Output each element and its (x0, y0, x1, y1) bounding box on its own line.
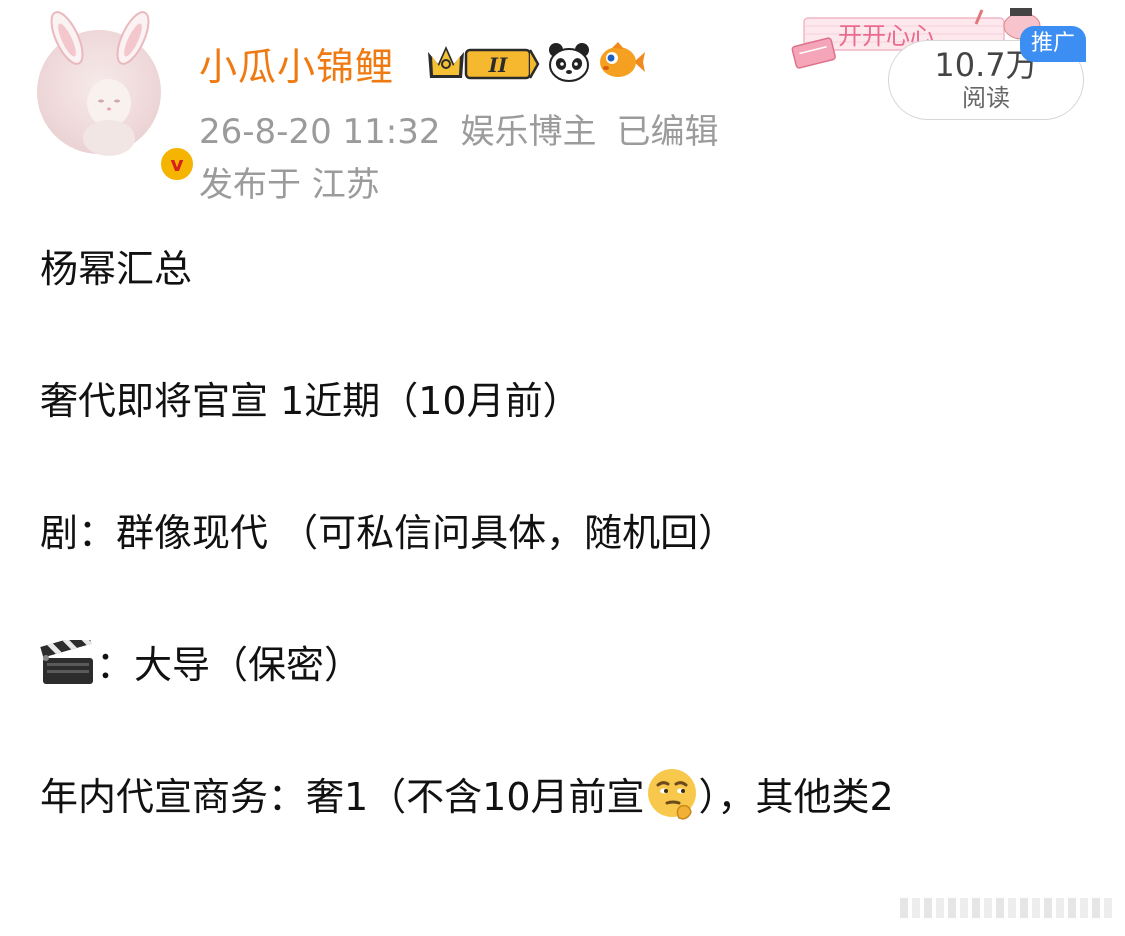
crown-icon[interactable]: II (424, 40, 540, 84)
horizontal-scrollbar[interactable] (900, 896, 1115, 922)
post-line-drama: 剧：群像现代 （可私信问具体，随机回） (40, 511, 737, 555)
post-timestamp: 26-8-20 11:32 (199, 112, 441, 152)
commercial-text-b: ），其他类2 (698, 775, 894, 819)
post-body: 杨幂汇总 奢代即将官宣 1近期（10月前） 剧：群像现代 （可私信问具体，随机回… (40, 236, 1090, 896)
user-badges: II (424, 38, 646, 86)
director-text: ：大导（保密） (96, 643, 363, 687)
promo-badge[interactable]: 推广 (1020, 26, 1086, 62)
post-line-commercial: 年内代宣商务：奢1（不含10月前宣 ），其他类2 (40, 764, 1090, 830)
post-line-director: ：大导（保密） (40, 632, 1090, 698)
post-line-title: 杨幂汇总 (40, 247, 193, 291)
bunny-avatar-image (50, 11, 150, 156)
post-meta: 26-8-20 11:32 娱乐博主 已编辑 (199, 104, 719, 153)
avatar[interactable]: v (37, 11, 196, 183)
panda-icon[interactable] (546, 40, 592, 84)
goldfish-icon[interactable] (598, 40, 646, 84)
user-category: 娱乐博主 (460, 112, 597, 152)
thinking-face-icon (647, 769, 696, 820)
read-count-label: 阅读 (962, 84, 1010, 112)
post-line-endorsement: 奢代即将官宣 1近期（10月前） (40, 379, 581, 423)
post-location: 发布于 江苏 (199, 165, 380, 205)
commercial-text-a: 年内代宣商务：奢1（不含10月前宣 (40, 775, 645, 819)
edited-label[interactable]: 已编辑 (617, 112, 719, 152)
clapperboard-icon (40, 640, 93, 684)
verified-badge-icon: v (158, 145, 196, 183)
vip-level-text: II (488, 53, 508, 77)
username[interactable]: 小瓜小锦鲤 (199, 36, 394, 91)
